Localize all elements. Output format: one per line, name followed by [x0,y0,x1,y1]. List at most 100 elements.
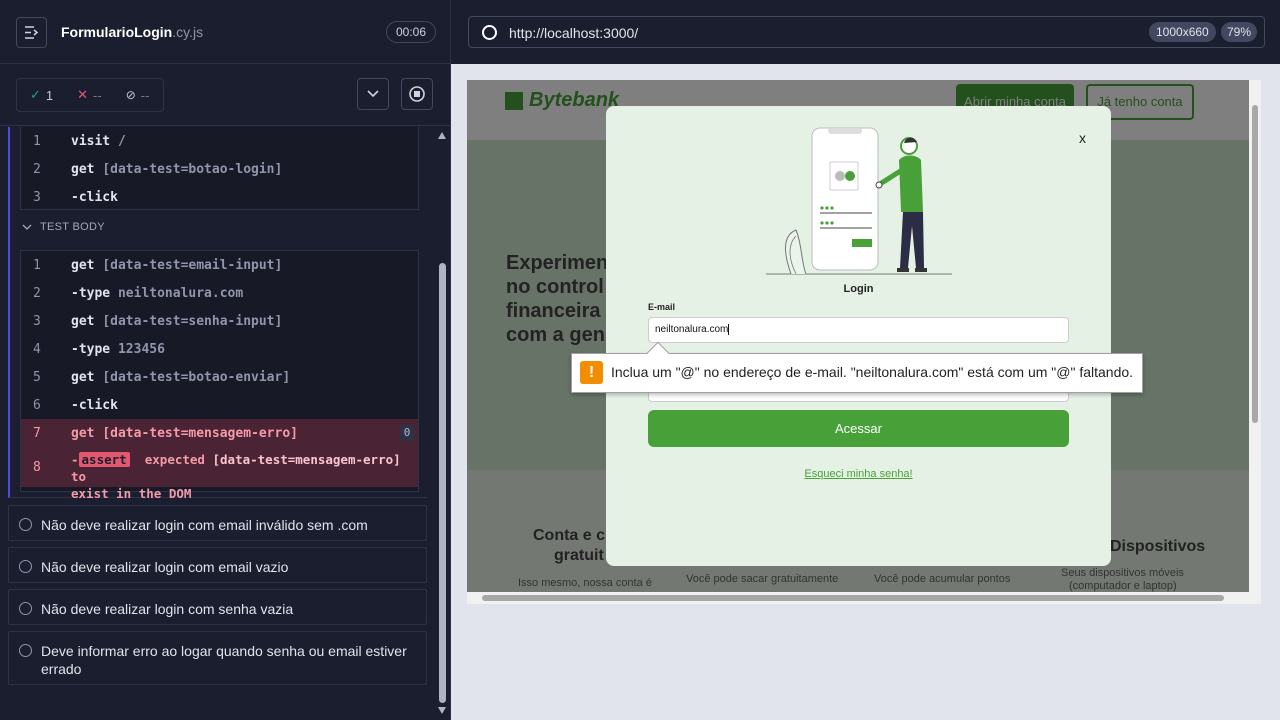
command-message: neiltonalura.com [117,285,244,301]
text-caret [728,323,730,335]
aut-horizontal-scrollbar[interactable] [467,592,1261,604]
command-name: get [data-test=mensagem-erro] [71,426,298,441]
test-title: Não deve realizar login com email inváli… [41,517,368,533]
command-row[interactable]: 5 get [data-test=botao-enviar] [21,363,418,391]
test-body-commands: 1 get [data-test=email-input] 2 -type neil… [20,250,419,501]
command-name-text: get [71,257,95,273]
submit-login-button[interactable]: Acessar [648,410,1069,447]
command-name-text: visit [71,133,111,149]
command-row[interactable]: 2 -type neiltonalura.com [21,279,418,307]
test-title: Deve informar erro ao logar quando senha… [41,643,407,677]
command-message: [data-test=botao-login] [102,161,283,177]
command-number: 3 [33,313,41,329]
test-item[interactable]: Deve informar erro ao logar quando senha… [8,631,427,685]
toggle-sidebar-icon [25,26,39,39]
command-message: [data-test=botao-enviar] [102,369,291,385]
assert-message: - assert expected [data-test=mensagem-err… [71,451,418,502]
command-name-text: -click [71,189,118,205]
test-body-header[interactable]: TEST BODY [22,221,105,233]
globe-icon [482,25,497,40]
active-test: 1 visit / 2 get [data-test=botao-login] 3 -… [8,127,427,501]
login-modal: x Login E-mail neiltonalura.com Acessar … [606,106,1111,566]
url-text: http://localhost:3000/ [509,25,639,41]
email-input[interactable]: neiltonalura.com [648,317,1069,343]
test-stats: ✓ 1 ✕ -- ⊘ -- [16,78,164,112]
test-item[interactable]: Não deve realizar login com email vazio [8,547,427,583]
pending-circle-icon [19,560,32,573]
warning-icon: ! [580,361,603,384]
scrollbar-thumb[interactable] [482,595,1224,601]
pending-circle-icon [19,644,32,657]
assert-selector: [data-test=mensagem-erro] [212,452,401,467]
email-input-value: neiltonalura.com [655,324,729,335]
command-name: get [data-test=email-input] [71,258,282,273]
failed-command-row[interactable]: 7 get [data-test=mensagem-erro] 0 [21,419,418,447]
command-message: [data-test=mensagem-erro] [102,425,298,441]
spec-ext: .cy.js [172,24,204,40]
login-title: Login [843,283,874,295]
test-item[interactable]: Não deve realizar login com email inváli… [8,505,427,541]
validation-message: Inclua um "@" no endereço de e-mail. "ne… [611,364,1134,380]
command-name-text: -type [71,341,111,357]
command-number: 1 [33,133,41,149]
test-item[interactable]: Não deve realizar login com senha vazia [8,589,427,625]
failed-stat: ✕ -- [59,87,108,103]
command-name-text: get [71,369,95,385]
command-row[interactable]: 1 get [data-test=email-input] [21,251,418,279]
command-name: -click [71,190,118,205]
validation-tooltip: ! Inclua um "@" no endereço de e-mail. "… [571,341,1143,393]
command-number: 8 [33,460,41,475]
passed-stat: ✓ 1 [17,87,59,103]
failed-count: -- [93,87,102,103]
command-message: / [117,133,126,149]
pending-count: -- [140,87,150,103]
pending-circle-icon [19,602,32,615]
test-body-label: TEST BODY [40,221,105,233]
modal-close-button[interactable]: x [1079,130,1086,146]
command-number: 1 [33,257,41,273]
assert-to: to [71,469,87,484]
stats-bar: ✓ 1 ✕ -- ⊘ -- [0,64,450,126]
command-number: 4 [33,341,41,357]
failed-assert-row[interactable]: 8 - assert expected [data-test=mensagem-e… [21,447,418,501]
url-bar[interactable]: http://localhost:3000/ 1000x660 79% [468,16,1265,48]
command-row[interactable]: 3 get [data-test=senha-input] [21,307,418,335]
forgot-password-link[interactable]: Esqueci minha senha! [606,468,1111,480]
expand-collapse-button[interactable] [357,78,389,110]
chevron-down-icon [22,224,32,230]
element-count-badge: 0 [400,425,414,441]
command-row[interactable]: 4 -type 123456 [21,335,418,363]
stop-button[interactable] [401,78,433,110]
scrollbar-thumb[interactable] [439,263,446,703]
command-number: 7 [33,425,41,441]
before-each-commands: 1 visit / 2 get [data-test=botao-login] 3 -… [20,127,419,210]
scrollbar-thumb[interactable] [1252,105,1258,423]
command-row[interactable]: 1 visit / [21,127,418,155]
pending-circle-icon [19,518,32,531]
command-name: -click [71,398,118,413]
viewport-size-badge[interactable]: 1000x660 [1149,22,1216,42]
command-log-scrollbar[interactable] [435,127,450,720]
browser-header: http://localhost:3000/ 1000x660 79% [451,0,1280,64]
command-row[interactable]: 6 -click [21,391,418,419]
stop-icon [409,86,425,102]
assert-dash: - [71,452,79,467]
assert-line2: exist in the DOM [71,486,192,501]
command-row[interactable]: 3 -click [21,183,418,211]
spec-header: FormularioLogin.cy.js 00:06 [0,0,450,64]
toggle-specs-button[interactable] [16,17,47,48]
run-duration: 00:06 [386,21,437,43]
command-name-text: -type [71,285,111,301]
pending-stat: ⊘ -- [108,88,156,103]
test-title: Não deve realizar login com email vazio [41,559,289,575]
command-name: visit / [71,134,126,149]
command-message: [data-test=senha-input] [102,313,283,329]
aut-vertical-scrollbar[interactable] [1249,80,1261,592]
spec-name: FormularioLogin [61,24,173,40]
command-name-text: get [71,161,95,177]
assert-expected: expected [144,452,205,467]
scroll-down-arrow-icon[interactable] [438,707,446,714]
command-row[interactable]: 2 get [data-test=botao-login] [21,155,418,183]
scroll-up-arrow-icon[interactable] [438,132,446,139]
chevron-down-icon [367,90,379,98]
